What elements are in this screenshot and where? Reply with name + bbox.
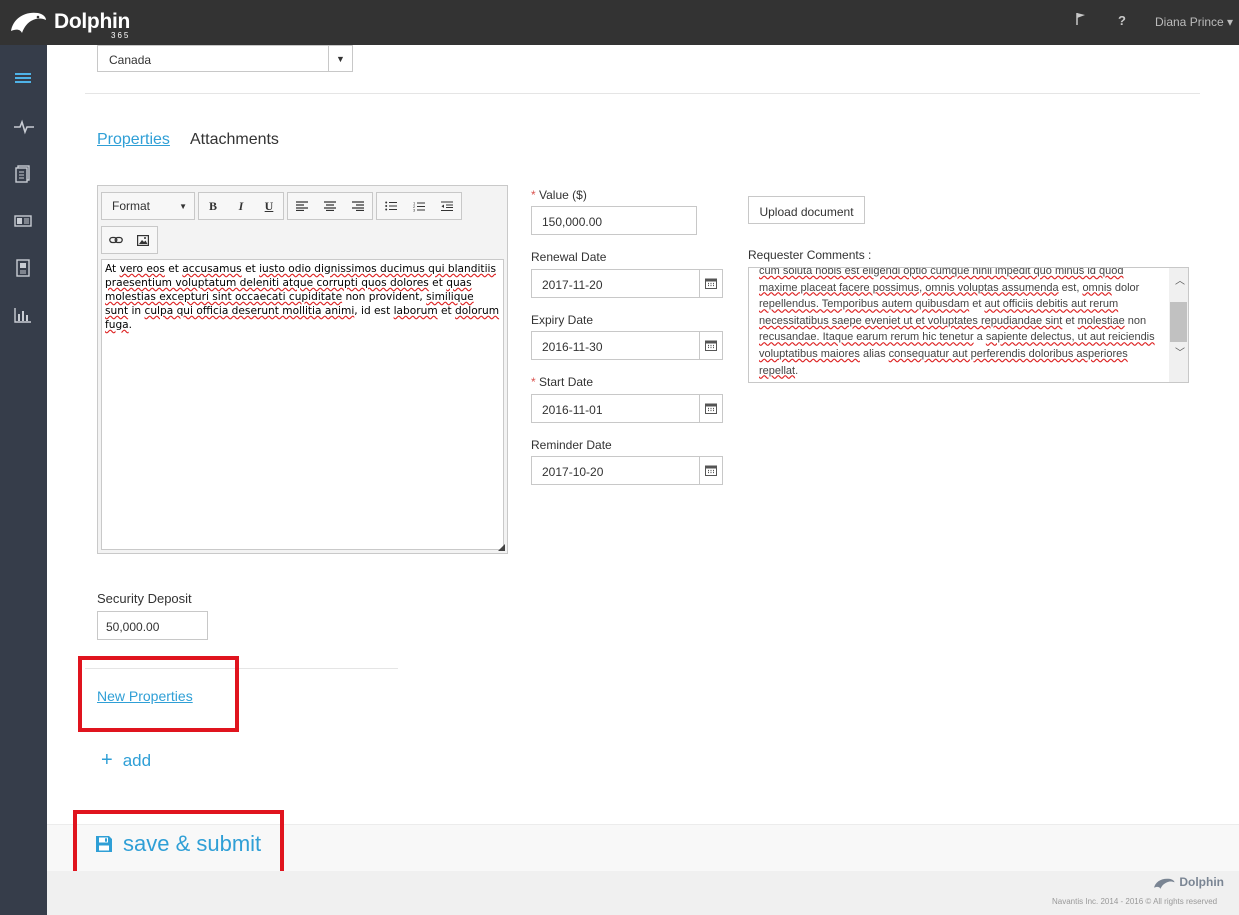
- divider: [85, 93, 1200, 94]
- format-dropdown[interactable]: Format ▼: [102, 193, 194, 219]
- bar-chart-icon[interactable]: [14, 307, 34, 327]
- image-icon: [137, 234, 150, 246]
- renewal-date-field[interactable]: 2017-11-20: [531, 269, 723, 298]
- tab-attachments[interactable]: Attachments: [190, 131, 279, 149]
- plus-icon: +: [101, 749, 113, 771]
- upload-document-button[interactable]: Upload document: [748, 196, 865, 224]
- svg-text:3: 3: [413, 207, 416, 212]
- editor-content[interactable]: At vero eos et accusamus et iusto odio d…: [101, 259, 504, 550]
- start-date-label: * Start Date: [531, 375, 594, 389]
- save-submit-button[interactable]: save & submit: [95, 831, 261, 857]
- card-icon[interactable]: [14, 213, 34, 233]
- main-content: Canada ▼ Properties Attachments Format ▼…: [47, 45, 1239, 915]
- requester-comments-field[interactable]: cum soluta nobis est eligendi optio cumq…: [748, 267, 1189, 383]
- scrollbar-thumb[interactable]: [1170, 302, 1187, 342]
- expiry-date-field[interactable]: 2016-11-30: [531, 331, 723, 360]
- chevron-up-icon[interactable]: ︿: [1175, 272, 1185, 287]
- report-icon[interactable]: [14, 259, 34, 279]
- underline-button[interactable]: U: [255, 193, 283, 219]
- resize-handle[interactable]: [498, 544, 505, 551]
- outdent-icon: [441, 201, 453, 211]
- add-label: add: [122, 751, 152, 770]
- renewal-date-value: 2017-11-20: [542, 278, 603, 292]
- help-icon[interactable]: ?: [1118, 13, 1126, 28]
- calendar-icon[interactable]: [699, 395, 722, 422]
- value-label: * Value ($): [531, 188, 587, 202]
- dolphin-logo[interactable]: Dolphin 365: [8, 6, 138, 40]
- expiry-date-label: Expiry Date: [531, 313, 594, 327]
- insert-group: [101, 226, 158, 254]
- floppy-disk-icon: [96, 836, 112, 852]
- user-menu[interactable]: Diana Prince ▾: [1155, 15, 1233, 29]
- reminder-date-label: Reminder Date: [531, 438, 612, 452]
- bullet-list-icon: [385, 201, 397, 211]
- flag-icon[interactable]: [1075, 12, 1087, 29]
- sidebar: [0, 45, 47, 915]
- outdent-button[interactable]: [433, 193, 461, 219]
- align-left-button[interactable]: [288, 193, 316, 219]
- calendar-icon[interactable]: [699, 332, 722, 359]
- security-deposit-label: Security Deposit: [97, 591, 192, 606]
- renewal-date-label: Renewal Date: [531, 250, 607, 264]
- page-footer: [47, 871, 1239, 915]
- text-style-group: B I U: [198, 192, 284, 220]
- italic-button[interactable]: I: [227, 193, 255, 219]
- new-properties-link[interactable]: New Properties: [97, 688, 193, 704]
- rich-text-editor: Format ▼ B I U 123 At vero eos et accusa…: [97, 185, 508, 554]
- logo-sub: 365: [111, 31, 131, 40]
- calendar-icon[interactable]: [699, 457, 722, 484]
- copyright-text: Navantis Inc. 2014 - 2016 © All rights r…: [1052, 897, 1218, 906]
- dolphin-icon: [1154, 878, 1175, 889]
- requester-comments-text: cum soluta nobis est eligendi optio cumq…: [759, 267, 1155, 377]
- scrollbar[interactable]: ︿ ﹀: [1169, 268, 1188, 382]
- start-date-field[interactable]: 2016-11-01: [531, 394, 723, 423]
- link-icon: [108, 236, 123, 244]
- chevron-down-icon: ▼: [179, 202, 187, 211]
- activity-icon[interactable]: [14, 119, 34, 139]
- reminder-date-value: 2017-10-20: [542, 465, 604, 479]
- format-group: Format ▼: [101, 192, 195, 220]
- calendar-icon[interactable]: [699, 270, 722, 297]
- list-group: 123: [376, 192, 462, 220]
- align-right-button[interactable]: [344, 193, 372, 219]
- country-select[interactable]: Canada ▼: [97, 45, 353, 72]
- start-date-value: 2016-11-01: [542, 403, 603, 417]
- bullet-list-button[interactable]: [377, 193, 405, 219]
- link-button[interactable]: [102, 227, 130, 253]
- country-value: Canada: [109, 53, 152, 67]
- expiry-date-value: 2016-11-30: [542, 340, 603, 354]
- reminder-date-field[interactable]: 2017-10-20: [531, 456, 723, 485]
- save-submit-label: save & submit: [123, 831, 262, 856]
- tab-properties[interactable]: Properties: [97, 131, 170, 149]
- image-button[interactable]: [130, 227, 158, 253]
- value-field[interactable]: 150,000.00: [531, 206, 697, 235]
- security-deposit-field[interactable]: 50,000.00: [97, 611, 208, 640]
- requester-comments-label: Requester Comments :: [748, 248, 872, 262]
- format-label: Format: [112, 199, 151, 213]
- add-button[interactable]: + add: [101, 749, 151, 772]
- align-center-button[interactable]: [316, 193, 344, 219]
- bold-button[interactable]: B: [199, 193, 227, 219]
- chevron-down-icon[interactable]: ﹀: [1175, 344, 1185, 359]
- align-left-icon: [296, 201, 308, 211]
- footer-logo: Dolphin: [1152, 875, 1224, 890]
- list-icon[interactable]: [14, 71, 34, 91]
- top-bar: Dolphin 365 ? Diana Prince ▾: [0, 0, 1239, 45]
- documents-icon[interactable]: [14, 165, 34, 185]
- numbered-list-icon: 123: [413, 201, 425, 212]
- align-right-icon: [352, 201, 364, 211]
- align-center-icon: [324, 201, 336, 211]
- dolphin-icon: [11, 12, 46, 33]
- numbered-list-button[interactable]: 123: [405, 193, 433, 219]
- chevron-down-icon[interactable]: ▼: [328, 46, 352, 71]
- align-group: [287, 192, 373, 220]
